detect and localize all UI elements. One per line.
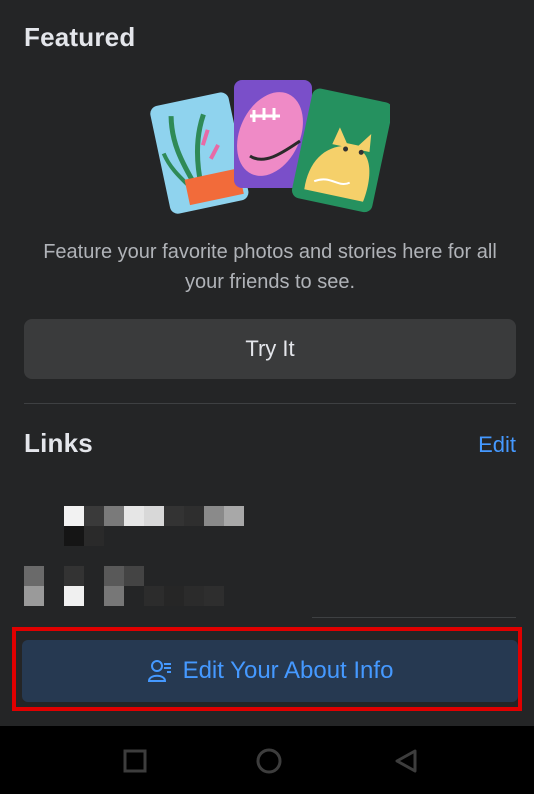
featured-title: Featured [24, 22, 136, 52]
featured-cards-illustration [150, 80, 390, 214]
circle-icon[interactable] [256, 748, 282, 774]
profile-screen: Featured Feature your favorite photos an… [0, 0, 534, 726]
redacted-link-1[interactable] [64, 506, 246, 546]
edit-about-info-button[interactable]: Edit Your About Info [22, 640, 518, 702]
links-title: Links [24, 428, 93, 458]
edit-about-info-label: Edit Your About Info [182, 657, 394, 684]
redacted-link-2[interactable] [24, 566, 226, 608]
triangle-back-icon[interactable] [393, 748, 419, 774]
person-info-icon [147, 660, 171, 682]
featured-description: Feature your favorite photos and stories… [43, 241, 497, 293]
edit-links-link[interactable]: Edit [478, 432, 516, 458]
link-divider [312, 617, 516, 618]
square-icon[interactable] [122, 748, 148, 774]
section-divider [24, 403, 516, 404]
try-it-button[interactable]: Try It [24, 319, 516, 379]
system-navigation-bar [0, 726, 534, 794]
